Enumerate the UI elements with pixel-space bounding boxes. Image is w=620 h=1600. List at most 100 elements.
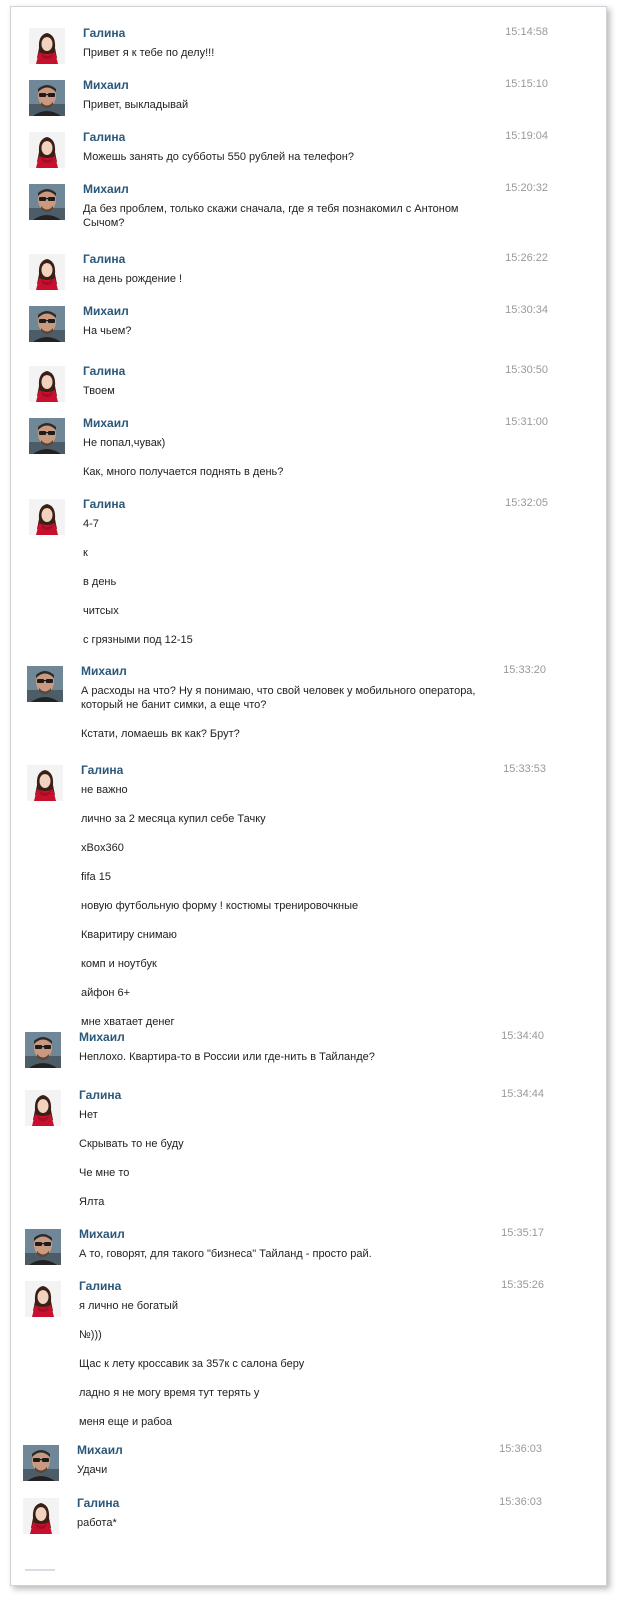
author-name[interactable]: Михаил <box>83 416 129 430</box>
message-timestamp: 15:19:04 <box>505 130 548 142</box>
galina-avatar[interactable] <box>29 28 65 64</box>
author-name[interactable]: Михаил <box>79 1030 125 1044</box>
message-timestamp: 15:33:53 <box>503 763 546 775</box>
message-timestamp: 15:36:03 <box>499 1443 542 1455</box>
message-text: работа* <box>77 1517 117 1529</box>
message-text: Не попал,чувак) <box>83 437 166 449</box>
message-timestamp: 15:33:20 <box>503 664 546 676</box>
message-text: не важно <box>81 784 128 796</box>
message-text: №))) <box>79 1329 102 1341</box>
message-text: Нет <box>79 1109 98 1121</box>
mikhail-avatar[interactable] <box>29 306 65 342</box>
message-text: айфон 6+ <box>81 987 131 999</box>
author-name[interactable]: Галина <box>79 1279 121 1293</box>
chat-window: Галина 15:14:58 Привет я к тебе по делу!!!… <box>10 6 607 1586</box>
message-text: Ялта <box>79 1196 105 1208</box>
mikhail-avatar[interactable] <box>29 184 65 220</box>
message-body: Неплохо. Квартира-то в России или где-ни… <box>79 1050 489 1064</box>
message-timestamp: 15:15:10 <box>505 78 548 90</box>
galina-avatar[interactable] <box>29 254 65 290</box>
author-name[interactable]: Галина <box>79 1088 121 1102</box>
author-name[interactable]: Михаил <box>83 304 129 318</box>
message-timestamp: 15:35:17 <box>501 1227 544 1239</box>
author-name[interactable]: Галина <box>81 763 123 777</box>
message-timestamp: 15:20:32 <box>505 182 548 194</box>
message-timestamp: 15:35:26 <box>501 1279 544 1291</box>
message-text: На чьем? <box>83 325 132 337</box>
galina-avatar[interactable] <box>25 1281 61 1317</box>
mikhail-avatar[interactable] <box>23 1445 59 1481</box>
author-name[interactable]: Галина <box>83 130 125 144</box>
message-timestamp: 15:30:34 <box>505 304 548 316</box>
galina-avatar[interactable] <box>25 1090 61 1126</box>
message-text: 4-7 <box>83 518 99 530</box>
message-body: 4-7 к в день читсых с грязными под 12-15 <box>83 517 493 647</box>
message-text: на день рождение ! <box>83 273 183 285</box>
message-text: А то, говорят, для такого "бизнеса" Тайл… <box>79 1248 372 1260</box>
message-text: Да без проблем, только скажи сначала, гд… <box>83 203 459 229</box>
message-text: комп и ноутбук <box>81 958 157 970</box>
message-text: в день <box>83 576 117 588</box>
message-body: На чьем? <box>83 324 493 338</box>
message-text: А расходы на что? Ну я понимаю, что свой… <box>81 685 476 711</box>
message-text: к <box>83 547 88 559</box>
author-name[interactable]: Галина <box>83 364 125 378</box>
message-text: меня еще и рабоа <box>79 1416 172 1428</box>
author-name[interactable]: Михаил <box>81 664 127 678</box>
message-text: Щас к лету кроссавик за 357к с салона бе… <box>79 1358 305 1370</box>
message-body: на день рождение ! <box>83 272 493 286</box>
message-text: Удачи <box>77 1464 108 1476</box>
message-timestamp: 15:36:03 <box>499 1496 542 1508</box>
mikhail-avatar[interactable] <box>29 418 65 454</box>
message-text: мне хватает денег <box>81 1016 175 1028</box>
message-text: я лично не богатый <box>79 1300 178 1312</box>
message-text: Скрывать то не буду <box>79 1138 184 1150</box>
message-text: Как, много получается поднять в день? <box>83 466 284 478</box>
author-name[interactable]: Михаил <box>77 1443 123 1457</box>
galina-avatar[interactable] <box>27 765 63 801</box>
message-body: Нет Скрывать то не буду Че мне то Ялта <box>79 1108 489 1209</box>
message-text: Кстати, ломаешь вк как? Брут? <box>81 728 240 740</box>
message-text: xBox360 <box>81 842 124 854</box>
mikhail-avatar[interactable] <box>29 80 65 116</box>
message-text: лично за 2 месяца купил себе Тачку <box>81 813 266 825</box>
message-timestamp: 15:34:44 <box>501 1088 544 1100</box>
galina-avatar[interactable] <box>29 366 65 402</box>
author-name[interactable]: Михаил <box>79 1227 125 1241</box>
message-body: Удачи <box>77 1463 487 1477</box>
message-text: читсых <box>83 605 119 617</box>
author-name[interactable]: Михаил <box>83 182 129 196</box>
message-timestamp: 15:14:58 <box>505 26 548 38</box>
message-body: Да без проблем, только скажи сначала, гд… <box>83 202 493 230</box>
author-name[interactable]: Галина <box>77 1496 119 1510</box>
message-body: А то, говорят, для такого "бизнеса" Тайл… <box>79 1247 489 1261</box>
galina-avatar[interactable] <box>23 1498 59 1534</box>
galina-avatar[interactable] <box>29 132 65 168</box>
message-text: Можешь занять до субботы 550 рублей на т… <box>83 151 354 163</box>
message-timestamp: 15:34:40 <box>501 1030 544 1042</box>
message-text: Че мне то <box>79 1167 130 1179</box>
mikhail-avatar[interactable] <box>27 666 63 702</box>
message-timestamp: 15:31:00 <box>505 416 548 428</box>
author-name[interactable]: Михаил <box>83 78 129 92</box>
message-text: Твоем <box>83 385 115 397</box>
message-body: Привет, выкладывай <box>83 98 493 112</box>
message-body: А расходы на что? Ну я понимаю, что свой… <box>81 684 491 741</box>
mikhail-avatar[interactable] <box>25 1032 61 1068</box>
mikhail-avatar[interactable] <box>25 1229 61 1265</box>
message-timestamp: 15:30:50 <box>505 364 548 376</box>
author-name[interactable]: Галина <box>83 497 125 511</box>
galina-avatar[interactable] <box>29 499 65 535</box>
author-name[interactable]: Галина <box>83 26 125 40</box>
message-text: Неплохо. Квартира-то в России или где-ни… <box>79 1051 375 1063</box>
message-body: не важно лично за 2 месяца купил себе Тач… <box>81 783 491 1029</box>
message-body: Привет я к тебе по делу!!! <box>83 46 493 60</box>
message-body: Твоем <box>83 384 493 398</box>
message-body: Не попал,чувак) Как, много получается под… <box>83 436 493 479</box>
message-text: ладно я не могу время тут терять у <box>79 1387 260 1399</box>
message-text: с грязными под 12-15 <box>83 634 193 646</box>
author-name[interactable]: Галина <box>83 252 125 266</box>
message-body: Можешь занять до субботы 550 рублей на т… <box>83 150 493 164</box>
message-timestamp: 15:26:22 <box>505 252 548 264</box>
scroll-indicator <box>25 1569 55 1571</box>
